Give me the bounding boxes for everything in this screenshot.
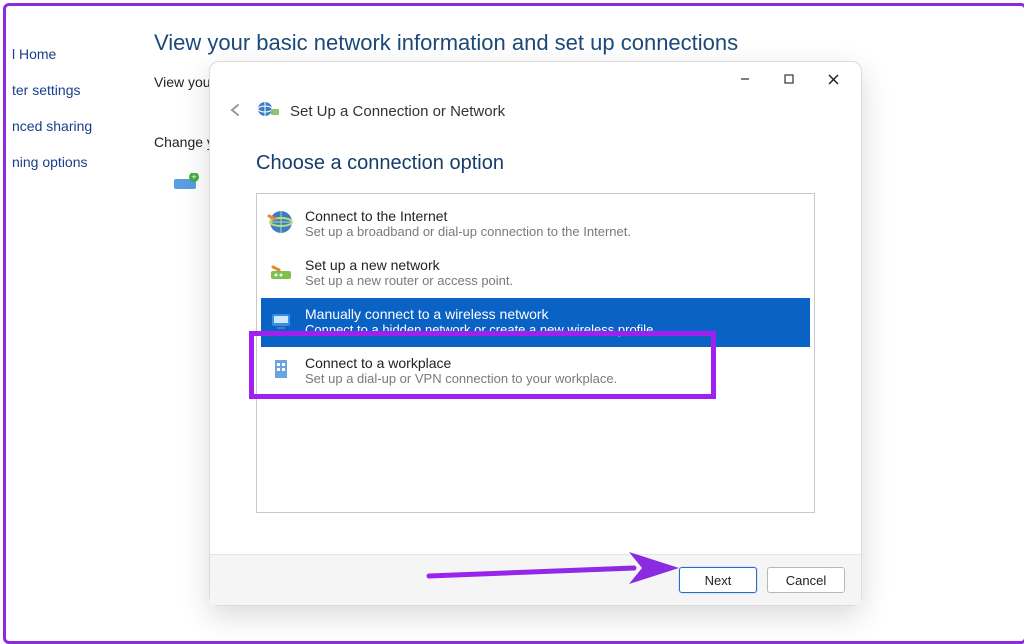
- monitor-wifi-icon: [267, 306, 295, 334]
- close-button[interactable]: [811, 65, 855, 93]
- back-arrow-icon: [228, 103, 244, 117]
- option-desc: Set up a new router or access point.: [305, 273, 513, 288]
- minimize-button[interactable]: [723, 65, 767, 93]
- option-title: Connect to a workplace: [305, 355, 617, 371]
- option-desc: Connect to a hidden network or create a …: [305, 322, 653, 337]
- options-list: Connect to the Internet Set up a broadba…: [256, 193, 815, 513]
- sidebar-item-advanced-sharing[interactable]: nced sharing: [6, 108, 126, 144]
- sidebar-item-streaming-options[interactable]: ning options: [6, 144, 126, 180]
- next-button[interactable]: Next: [679, 567, 757, 593]
- page-title: View your basic network information and …: [154, 30, 738, 56]
- option-title: Connect to the Internet: [305, 208, 631, 224]
- setup-connection-icon: +: [172, 173, 202, 198]
- globe-icon: [267, 208, 295, 236]
- cancel-button[interactable]: Cancel: [767, 567, 845, 593]
- setup-connection-dialog: Set Up a Connection or Network Choose a …: [209, 61, 862, 606]
- dialog-heading: Choose a connection option: [210, 128, 861, 193]
- sidebar-item-adapter-settings[interactable]: ter settings: [6, 72, 126, 108]
- close-icon: [827, 73, 840, 86]
- back-button[interactable]: [224, 101, 248, 122]
- window-frame: l Home ter settings nced sharing ning op…: [3, 3, 1024, 644]
- option-desc: Set up a broadband or dial-up connection…: [305, 224, 631, 239]
- svg-text:+: +: [191, 173, 196, 182]
- router-icon: [267, 257, 295, 285]
- maximize-button[interactable]: [767, 65, 811, 93]
- dialog-footer: Next Cancel: [210, 554, 861, 605]
- sidebar: l Home ter settings nced sharing ning op…: [6, 36, 126, 180]
- minimize-icon: [739, 73, 751, 85]
- sidebar-item-home[interactable]: l Home: [6, 36, 126, 72]
- maximize-icon: [783, 73, 795, 85]
- option-connect-workplace[interactable]: Connect to a workplace Set up a dial-up …: [261, 347, 810, 396]
- option-manual-wireless[interactable]: Manually connect to a wireless network C…: [261, 298, 810, 347]
- option-desc: Set up a dial-up or VPN connection to yo…: [305, 371, 617, 386]
- option-title: Manually connect to a wireless network: [305, 306, 653, 322]
- option-title: Set up a new network: [305, 257, 513, 273]
- dialog-title-text: Set Up a Connection or Network: [290, 103, 505, 120]
- network-icon: [258, 100, 280, 122]
- building-icon: [267, 355, 295, 383]
- option-setup-new-network[interactable]: Set up a new network Set up a new router…: [261, 249, 810, 298]
- option-connect-internet[interactable]: Connect to the Internet Set up a broadba…: [261, 200, 810, 249]
- dialog-titlebar: [210, 62, 861, 96]
- dialog-header: Set Up a Connection or Network: [210, 96, 861, 128]
